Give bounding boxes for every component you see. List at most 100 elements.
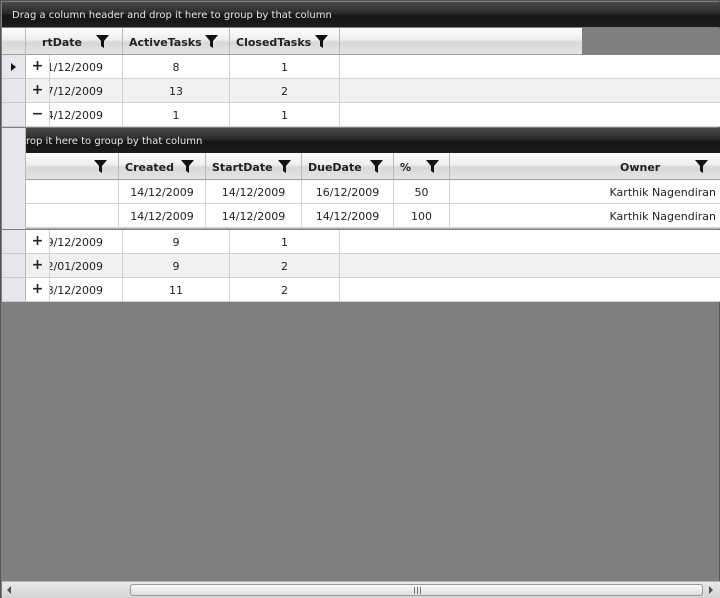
left-arrow-icon [7,586,11,594]
column-header-label: Created [125,161,174,174]
activetasks-cell: 8 [123,55,230,79]
header-row: rtDate ActiveTasks ClosedTasks [2,28,582,55]
row-indicator[interactable] [2,254,26,278]
table-row[interactable]: + 07/12/2009 13 2 [2,79,720,103]
scroll-right-button[interactable] [703,582,719,598]
startdate-cell: 07/12/2009 [50,79,123,103]
detail-column-header-duedate[interactable]: DueDate [302,153,394,180]
table-row[interactable]: + 09/12/2009 9 1 [2,230,720,254]
activetasks-cell: 11 [123,278,230,302]
detail-grid: rop it here to group by that column Crea… [2,128,720,229]
row-filler [340,103,720,127]
row-indicator[interactable] [2,79,26,103]
funnel-icon[interactable] [315,35,328,48]
detail-group-panel-text: rop it here to group by that column [26,136,203,147]
owner-cell: Karthik Nagendiran [450,180,720,204]
row-indicator[interactable] [2,55,26,79]
column-header-label: DueDate [308,161,362,174]
expand-toggle[interactable]: + [26,230,50,254]
detail-column-header-owner[interactable]: Owner [450,153,720,180]
header-indicator-cell [2,28,26,55]
startdate-cell: 08/12/2009 [50,278,123,302]
expand-toggle[interactable]: + [26,254,50,278]
detail-column-header-hidden[interactable] [26,153,119,180]
column-header-label: StartDate [212,161,273,174]
detail-column-header-startdate[interactable]: StartDate [206,153,302,180]
column-header-label: rtDate [42,36,82,49]
funnel-icon[interactable] [205,35,218,48]
column-header-activetasks[interactable]: ActiveTasks [123,28,230,55]
row-indicator[interactable] [2,230,26,254]
data-grid: Drag a column header and drop it here to… [0,0,720,598]
duedate-cell: 14/12/2009 [302,204,394,228]
detail-indicator [2,128,26,229]
column-header-label: Owner [620,161,661,174]
row-indicator[interactable] [2,278,26,302]
expand-toggle[interactable]: + [26,55,50,79]
column-header-label: ClosedTasks [236,36,312,49]
column-header-startdate[interactable]: rtDate [26,28,123,55]
startdate-cell: 09/12/2009 [50,230,123,254]
owner-cell: Karthik Nagendiran [450,204,720,228]
activetasks-cell: 13 [123,79,230,103]
horizontal-scrollbar[interactable] [2,581,720,598]
funnel-icon[interactable] [278,160,291,173]
detail-table-row[interactable]: 14/12/2009 14/12/2009 14/12/2009 100 Kar… [26,204,720,228]
closedtasks-cell: 2 [230,254,340,278]
row-filler [340,254,720,278]
expand-toggle[interactable]: + [26,278,50,302]
table-row[interactable]: + 11/12/2009 8 1 [2,55,720,79]
funnel-icon[interactable] [94,160,107,173]
funnel-icon[interactable] [695,160,708,173]
startdate-cell: 22/01/2009 [50,254,123,278]
startdate-value: 22/01/2009 [50,260,103,273]
closedtasks-cell: 1 [230,55,340,79]
activetasks-cell: 9 [123,230,230,254]
startdate-value: 08/12/2009 [50,284,103,297]
row-filler [340,230,720,254]
detail-column-header-percent[interactable]: % [394,153,450,180]
collapse-toggle[interactable]: − [26,103,50,127]
column-header-closedtasks[interactable]: ClosedTasks [230,28,340,55]
header-empty-area [582,28,720,55]
detail-hidden-cell [26,180,119,204]
right-arrow-icon [709,586,713,594]
startdate-cell: 11/12/2009 [50,55,123,79]
funnel-icon[interactable] [96,35,109,48]
closedtasks-cell: 2 [230,278,340,302]
row-indicator[interactable] [2,103,26,127]
funnel-icon[interactable] [181,160,194,173]
column-header-label: ActiveTasks [129,36,202,49]
activetasks-cell: 9 [123,254,230,278]
header-filler [340,28,582,55]
startdate-value: 09/12/2009 [50,236,103,249]
startdate-cell: 14/12/2009 [50,103,123,127]
table-row[interactable]: + 08/12/2009 11 2 [2,278,720,302]
table-row[interactable]: − 14/12/2009 1 1 [2,103,720,127]
funnel-icon[interactable] [426,160,439,173]
duedate-cell: 16/12/2009 [302,180,394,204]
closedtasks-cell: 1 [230,103,340,127]
grip-icon [413,587,421,594]
group-panel[interactable]: Drag a column header and drop it here to… [2,2,720,27]
row-filler [340,278,720,302]
created-cell: 14/12/2009 [119,180,206,204]
group-panel-text: Drag a column header and drop it here to… [12,10,332,21]
detail-column-header-created[interactable]: Created [119,153,206,180]
funnel-icon[interactable] [370,160,383,173]
detail-table-row[interactable]: 14/12/2009 14/12/2009 16/12/2009 50 Kart… [26,180,720,204]
expand-toggle[interactable]: + [26,79,50,103]
created-cell: 14/12/2009 [119,204,206,228]
table-row[interactable]: + 22/01/2009 9 2 [2,254,720,278]
startdate-cell: 14/12/2009 [206,180,302,204]
scroll-left-button[interactable] [2,582,18,598]
closedtasks-cell: 2 [230,79,340,103]
detail-group-panel[interactable]: rop it here to group by that column [26,128,720,153]
activetasks-cell: 1 [123,103,230,127]
startdate-value: 14/12/2009 [50,109,103,122]
startdate-cell: 14/12/2009 [206,204,302,228]
column-header-label: % [400,161,412,174]
scrollbar-thumb[interactable] [130,584,703,596]
detail-hidden-cell [26,204,119,228]
percent-cell: 50 [394,180,450,204]
